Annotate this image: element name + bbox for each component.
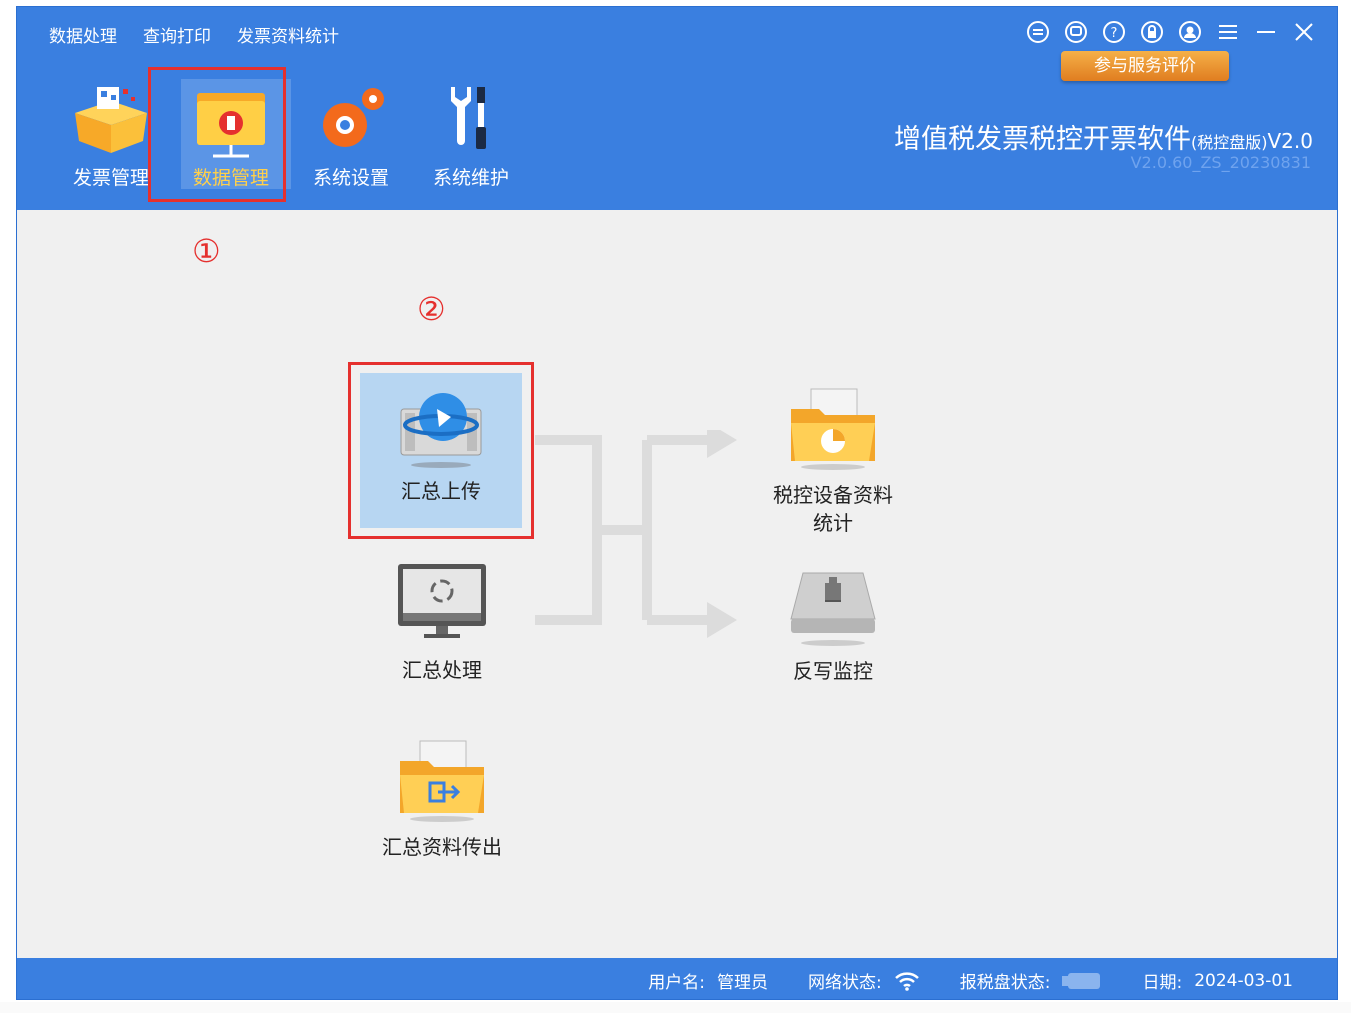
menu-data-processing[interactable]: 数据处理 [49,22,117,47]
box-icon [75,87,147,153]
menu-icon[interactable] [1215,19,1241,45]
app-window: 数据处理 查询打印 发票资料统计 发票管理 数据管理 系统设置 系统维护 ? 参… [16,6,1338,1000]
annotation-step-2: ② [417,290,446,328]
highlight-box-data-management [148,67,286,202]
top-menu: 数据处理 查询打印 发票资料统计 [49,22,339,47]
menu-invoice-stats[interactable]: 发票资料统计 [237,22,339,47]
tool-system-settings[interactable]: 系统设置 [291,71,411,199]
annotation-step-1: ① [192,232,221,270]
highlight-box-summary-upload [348,362,534,539]
flow-connector [535,430,737,638]
header: 数据处理 查询打印 发票资料统计 发票管理 数据管理 系统设置 系统维护 ? 参… [17,7,1337,210]
status-tax-disk: 报税盘状态: [960,968,1103,993]
wrench-icon [451,87,486,149]
svg-text:?: ? [1111,26,1118,41]
status-network: 网络状态: [808,968,920,993]
app-version-short: V2.0 [1267,129,1314,153]
status-disk-label: 报税盘状态: [959,973,1051,993]
user-icon[interactable] [1177,19,1203,45]
summary-process-item[interactable]: 汇总处理 [362,560,522,684]
status-user-value: 管理员 [717,973,768,993]
service-rating-button[interactable]: 参与服务评价 [1061,51,1229,81]
summary-export-item[interactable]: 汇总资料传出 [362,735,522,861]
status-bar-content: 用户名: 管理员 网络状态: 报税盘状态: 日期: 2024-03-01 [648,968,1293,994]
chat-icon[interactable] [1063,19,1089,45]
tool-label: 系统维护 [432,167,509,189]
monitor-icon [398,564,486,638]
minimize-icon[interactable] [1253,19,1279,45]
status-date-label: 日期: [1142,973,1183,993]
device-stats-label-line2: 统计 [813,511,853,535]
wifi-icon [894,971,919,991]
summary-export-label: 汇总资料传出 [382,835,502,859]
tool-label: 系统设置 [312,167,389,189]
tool-system-maintenance[interactable]: 系统维护 [411,71,531,199]
summary-process-label: 汇总处理 [402,658,482,682]
status-network-label: 网络状态: [808,973,882,993]
window-controls: ? [1025,19,1317,45]
device-stats-item[interactable]: 税控设备资料 统计 [753,383,913,537]
device-stats-label-line1: 税控设备资料 [773,483,893,507]
app-title-main: 增值税发票税控开票软件 [894,124,1191,155]
app-version-full: V2.0.60_ZS_20230831 [1130,153,1311,172]
writeback-monitor-label: 反写监控 [793,659,873,683]
gear-icon [323,88,384,147]
data-management-panel: ① ② 汇总上传 汇总处理 汇总资料传出 税控设备资料 统计 反写监控 [17,210,1337,960]
status-user: 用户名: 管理员 [648,968,768,993]
status-date-value: 2024-03-01 [1194,970,1293,991]
writeback-monitor-item[interactable]: 反写监控 [753,567,913,685]
help-icon[interactable]: ? [1101,19,1127,45]
app-edition: (税控盘版) [1191,133,1268,152]
close-icon[interactable] [1291,19,1317,45]
lock-icon[interactable] [1139,19,1165,45]
status-date: 日期: 2024-03-01 [1142,968,1293,994]
folder-chart-icon [791,388,875,470]
status-user-label: 用户名: [648,973,705,993]
status-bar: 用户名: 管理员 网络状态: 报税盘状态: 日期: 2024-03-01 [17,958,1337,999]
main-toolbar: 发票管理 数据管理 系统设置 系统维护 [51,71,531,199]
menu-query-print[interactable]: 查询打印 [143,22,211,47]
minus-circle-icon[interactable] [1025,19,1051,45]
usb-disk-icon [1062,972,1101,989]
background-strip [0,1002,1351,1013]
drive-icon [790,572,876,646]
folder-export-icon [400,740,484,822]
app-title: 增值税发票税控开票软件(税控盘版)V2.0 [894,117,1313,156]
